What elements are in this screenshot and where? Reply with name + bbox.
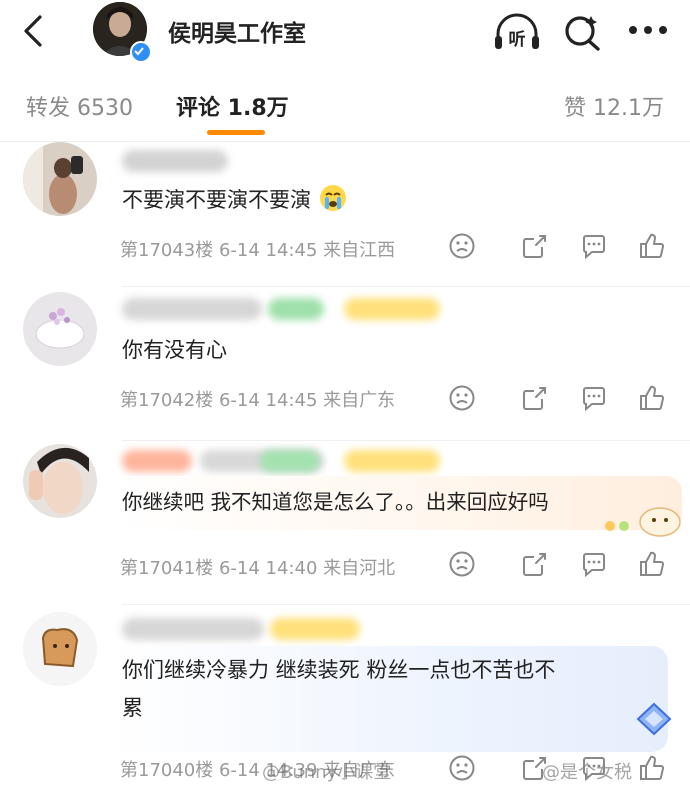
comment-meta: 第17043楼 6-14 14:45 来自江西 (120, 240, 396, 261)
commenter-avatar[interactable] (23, 292, 97, 366)
tab-comments[interactable]: 评论 1.8万 (176, 90, 289, 122)
comment-body: 你继续吧 我不知道您是怎么了。。出来回应好吗 (122, 490, 549, 514)
diamond-decoration-icon (636, 702, 672, 736)
level-badge-redacted (344, 298, 440, 320)
sad-reaction-icon[interactable] (448, 384, 476, 412)
comment-body-line-2: 累 (122, 696, 143, 720)
account-name[interactable]: 侯明昊工作室 (168, 14, 306, 48)
username-redacted[interactable] (122, 450, 192, 472)
avatar-photo (23, 612, 97, 686)
comment-body: 你有没有心 (122, 338, 227, 362)
like-thumb-icon[interactable] (638, 384, 666, 412)
comment-separator (122, 286, 690, 287)
reply-icon[interactable] (580, 754, 608, 782)
back-arrow-icon[interactable] (18, 14, 48, 48)
tab-repost[interactable]: 转发 6530 (26, 90, 133, 122)
username-redacted[interactable] (122, 298, 262, 320)
avatar-photo (23, 444, 97, 518)
comment-meta: 第17042楼 6-14 14:45 来自广东 (120, 390, 396, 411)
comment-body: 不要演不要演不要演 (122, 188, 311, 212)
like-thumb-icon[interactable] (638, 754, 666, 782)
comment-item: 不要演不要演不要演 第17043楼 6-14 14:45 来自江西 (0, 142, 690, 288)
avatar-photo (23, 142, 97, 216)
cute-cat-decoration-icon (605, 507, 681, 537)
comment-meta: 第17041楼 6-14 14:40 来自河北 (120, 558, 396, 579)
crying-emoji-icon (319, 185, 346, 211)
reply-icon[interactable] (580, 384, 608, 412)
share-icon[interactable] (520, 384, 548, 412)
username-redacted[interactable] (122, 618, 264, 640)
commenter-avatar[interactable] (23, 444, 97, 518)
sad-reaction-icon[interactable] (448, 232, 476, 260)
like-thumb-icon[interactable] (638, 550, 666, 578)
like-thumb-icon[interactable] (638, 232, 666, 260)
sad-reaction-icon[interactable] (448, 550, 476, 578)
comment-body-line-1: 你们继续冷暴力 继续装死 粉丝一点也不苦也不 (122, 658, 556, 682)
level-badge-redacted (344, 450, 440, 472)
level-badge-redacted (270, 618, 360, 640)
search-icon[interactable] (562, 12, 602, 52)
comment-separator (122, 440, 690, 441)
watermark-left: @Bunny小课堂 (262, 762, 392, 783)
more-options-icon[interactable] (628, 24, 668, 36)
fan-badge-redacted (260, 450, 320, 472)
avatar-photo (23, 292, 97, 366)
share-icon[interactable] (520, 754, 548, 782)
top-bar: 侯明昊工作室 听 (0, 0, 690, 66)
listen-headphone-icon[interactable]: 听 (492, 12, 542, 52)
commenter-avatar[interactable] (23, 142, 97, 216)
share-icon[interactable] (520, 550, 548, 578)
reply-icon[interactable] (580, 550, 608, 578)
listen-label: 听 (509, 29, 526, 50)
commenter-avatar[interactable] (23, 612, 97, 686)
fan-badge-redacted (268, 298, 324, 320)
comment-separator (122, 604, 690, 605)
verified-badge-icon (130, 41, 152, 63)
comment-item: 你有没有心 第17042楼 6-14 14:45 来自广东 (0, 292, 690, 442)
active-tab-indicator (207, 130, 265, 135)
reply-icon[interactable] (580, 232, 608, 260)
share-icon[interactable] (520, 232, 548, 260)
username-redacted[interactable] (122, 150, 228, 172)
tab-likes[interactable]: 赞 12.1万 (564, 90, 664, 122)
comment-text: 不要演不要演不要演 (122, 182, 348, 218)
sad-reaction-icon[interactable] (448, 754, 476, 782)
